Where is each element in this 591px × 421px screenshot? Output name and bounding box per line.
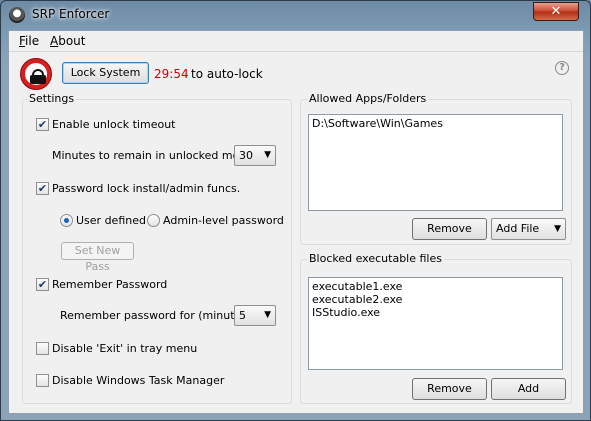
- padlock-icon-bg: [25, 63, 47, 85]
- admin-level-label: Admin-level password: [163, 214, 284, 227]
- window-title: SRP Enforcer: [32, 7, 110, 21]
- remember-minutes-value: 5: [239, 309, 246, 322]
- list-item[interactable]: executable1.exe: [312, 280, 559, 293]
- app-logo-icon: [9, 7, 25, 23]
- minutes-value: 30: [239, 149, 253, 162]
- disable-taskmgr-checkbox[interactable]: [36, 374, 49, 387]
- menu-about[interactable]: About: [50, 34, 86, 48]
- disable-exit-label: Disable 'Exit' in tray menu: [52, 342, 198, 355]
- chevron-down-icon: ▼: [554, 224, 561, 234]
- user-defined-label: User defined: [76, 214, 146, 227]
- disable-taskmgr-label: Disable Windows Task Manager: [52, 374, 225, 387]
- blocked-remove-button[interactable]: Remove: [412, 378, 487, 400]
- padlock-body: [30, 75, 46, 84]
- admin-level-radio[interactable]: [147, 214, 160, 227]
- settings-title: Settings: [27, 92, 77, 105]
- app-window: SRP Enforcer ✕ File About Lock System 29…: [0, 0, 591, 421]
- minutes-select[interactable]: 30 ▼: [234, 145, 276, 166]
- remember-minutes-select[interactable]: 5 ▼: [234, 305, 276, 326]
- padlock-icon[interactable]: [20, 58, 52, 90]
- disable-exit-checkbox[interactable]: [36, 342, 49, 355]
- password-lock-label: Password lock install/admin funcs.: [52, 182, 241, 195]
- blocked-list[interactable]: executable1.exe executable2.exe ISStudio.e…: [308, 277, 563, 370]
- allowed-list[interactable]: D:\Software\Win\Games: [308, 114, 563, 211]
- add-file-button[interactable]: Add File ▼: [491, 218, 566, 240]
- remember-password-label: Remember Password: [52, 278, 168, 291]
- menu-file[interactable]: File: [19, 34, 39, 48]
- menu-separator: [9, 51, 583, 52]
- close-button[interactable]: ✕: [533, 2, 579, 21]
- remember-minutes-label: Remember password for (minutes):: [60, 309, 256, 322]
- set-new-pass-button[interactable]: Set New Pass: [61, 242, 134, 273]
- add-file-label: Add File: [496, 222, 540, 235]
- allowed-remove-button[interactable]: Remove: [412, 218, 487, 240]
- password-lock-checkbox[interactable]: ✔: [36, 182, 49, 195]
- user-defined-radio[interactable]: [60, 214, 73, 227]
- chevron-down-icon: ▼: [264, 150, 271, 160]
- enable-unlock-timeout-label: Enable unlock timeout: [52, 118, 176, 131]
- list-item[interactable]: executable2.exe: [312, 293, 559, 306]
- countdown-timer: 29:54: [154, 67, 189, 81]
- chevron-down-icon: ▼: [264, 310, 271, 320]
- menu-bar: File About: [9, 31, 583, 51]
- help-icon[interactable]: ?: [555, 61, 569, 75]
- blocked-title: Blocked executable files: [307, 252, 444, 265]
- remember-password-checkbox[interactable]: ✔: [36, 278, 49, 291]
- minutes-label: Minutes to remain in unlocked mode:: [52, 149, 257, 162]
- client-area: File About Lock System 29:54 to auto-loc…: [8, 30, 584, 414]
- title-bar[interactable]: SRP Enforcer ✕: [1, 1, 590, 29]
- blocked-add-button[interactable]: Add: [491, 378, 566, 400]
- autolock-text: to auto-lock: [191, 67, 263, 81]
- lock-system-button[interactable]: Lock System: [62, 62, 149, 84]
- enable-unlock-timeout-checkbox[interactable]: ✔: [36, 118, 49, 131]
- allowed-title: Allowed Apps/Folders: [307, 92, 429, 105]
- list-item[interactable]: D:\Software\Win\Games: [312, 117, 559, 130]
- list-item[interactable]: ISStudio.exe: [312, 306, 559, 319]
